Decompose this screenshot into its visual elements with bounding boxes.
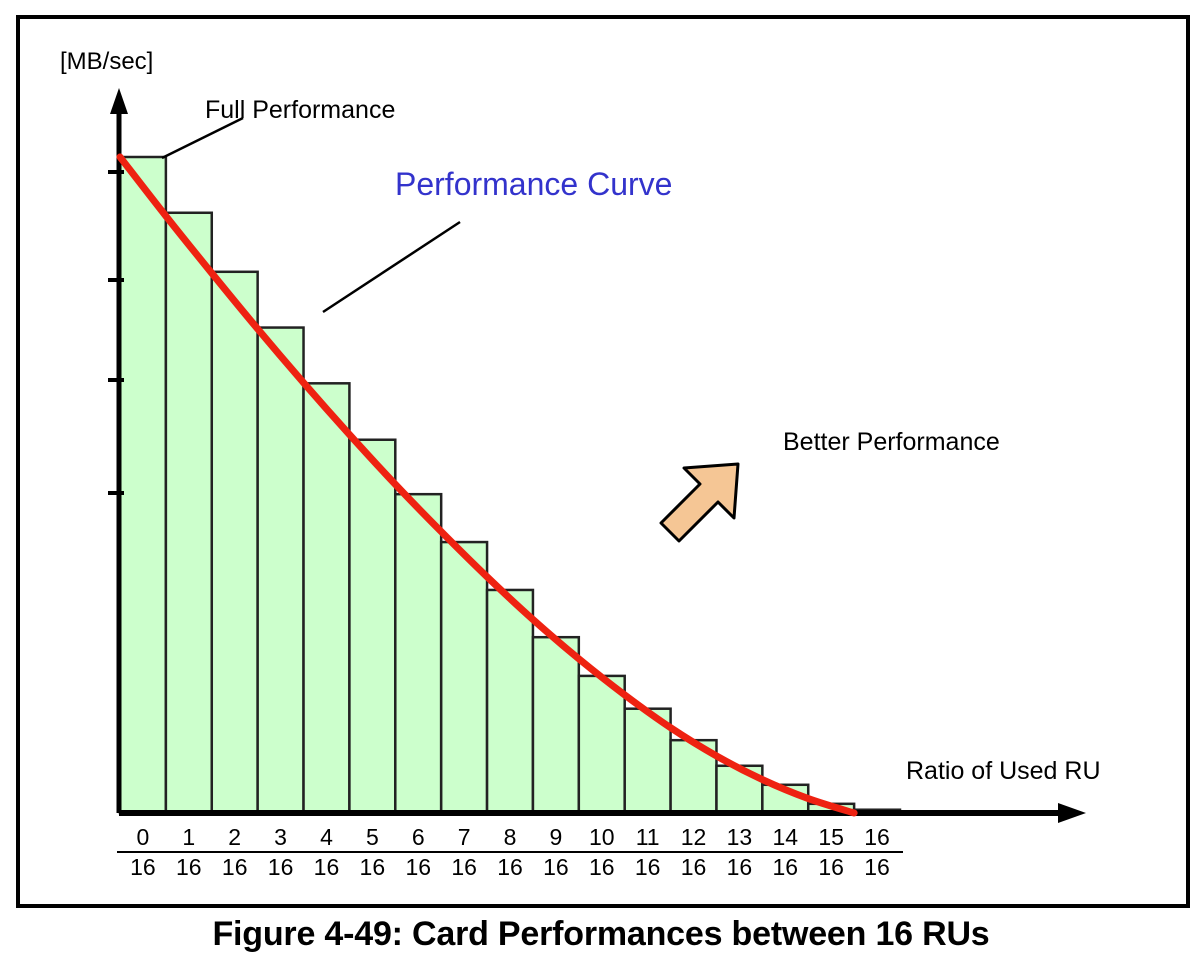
x-tick-denominator: 16	[116, 851, 169, 879]
x-tick-numerator: 10	[588, 824, 615, 850]
x-tick-denominator: 16	[529, 851, 582, 879]
x-tick-numerator: 1	[182, 824, 196, 850]
x-tick-numerator: 14	[772, 824, 799, 850]
x-tick-denominator: 16	[208, 851, 261, 879]
full-performance-label: Full Performance	[205, 96, 396, 124]
bar	[118, 155, 168, 815]
x-tick-label: 14 16	[759, 824, 812, 879]
x-tick-numerator: 13	[726, 824, 753, 850]
x-tick-numerator: 9	[549, 824, 563, 850]
x-tick-numerator: 4	[320, 824, 333, 850]
y-axis-unit-label: [MB/sec]	[60, 48, 154, 75]
performance-curve-label: Performance Curve	[395, 166, 673, 202]
x-tick-numerator: 2	[228, 824, 242, 850]
x-tick-label: 16 16	[851, 824, 904, 879]
x-tick-numerator: 3	[274, 824, 287, 850]
x-tick-denominator: 16	[805, 851, 858, 879]
x-tick-numerator: 6	[411, 824, 425, 850]
x-tick-label: 11 16	[621, 824, 674, 879]
x-tick-denominator: 16	[713, 851, 766, 879]
x-tick-numerator: 15	[818, 824, 844, 850]
x-tick-denominator: 16	[621, 851, 674, 879]
x-tick-denominator: 16	[575, 851, 628, 879]
x-tick-numerator: 8	[503, 824, 517, 850]
x-tick-denominator: 16	[759, 851, 812, 879]
bar	[348, 438, 397, 815]
x-tick-numerator: 11	[635, 824, 660, 850]
x-tick-denominator: 16	[484, 851, 536, 879]
bar-series	[118, 155, 902, 815]
x-axis-label: Ratio of Used RU	[906, 757, 1101, 785]
bar	[210, 270, 259, 815]
x-tick-numerator: 7	[457, 824, 471, 850]
x-tick-label: 10 16	[575, 824, 628, 879]
x-tick-label: 13 16	[713, 824, 766, 879]
x-tick-label: 9 16	[529, 824, 582, 879]
x-tick-denominator: 16	[254, 851, 307, 879]
x-tick-numerator: 16	[864, 824, 890, 850]
figure-caption: Figure 4-49: Card Performances between 1…	[212, 915, 990, 953]
better-performance-label: Better Performance	[783, 428, 1000, 456]
x-tick-label: 5 16	[346, 824, 399, 879]
better-performance-arrow-icon	[659, 462, 740, 543]
x-tick-denominator: 16	[392, 851, 445, 879]
x-tick-denominator: 16	[667, 851, 720, 879]
x-tick-denominator: 16	[300, 851, 353, 879]
x-tick-numerator: 12	[680, 824, 707, 850]
x-tick-denominator: 16	[438, 851, 491, 879]
x-tick-label: 2 16	[208, 824, 261, 879]
x-tick-label: 3 16	[254, 824, 307, 879]
bar	[302, 382, 351, 815]
x-tick-label: 8 16	[484, 826, 536, 879]
figure-root: [MB/sec] Full Performance Performance Cu…	[0, 0, 1202, 968]
bar	[485, 588, 535, 815]
x-tick-numerator: 0	[136, 824, 150, 850]
x-tick-label: 7 16	[438, 824, 491, 879]
x-tick-label: 6 16	[392, 824, 445, 879]
x-tick-label: 15 16	[805, 824, 858, 879]
bar	[164, 211, 214, 815]
bar	[531, 635, 581, 815]
bar	[256, 326, 305, 815]
x-tick-label: 1 16	[162, 824, 215, 879]
bar	[394, 492, 443, 815]
bar	[577, 674, 626, 815]
x-tick-denominator: 16	[162, 851, 215, 879]
x-tick-label: 4 16	[300, 824, 353, 879]
x-tick-denominator: 16	[851, 851, 904, 879]
x-axis-tick-labels: 0 16 1 16 2 16 3 16 4 16 5 16 6 16 7 16 8 16 9 16 10 16 11 16 12…	[0, 818, 1202, 884]
x-tick-label: 0 16	[116, 824, 169, 879]
performance-curve-leader-line	[322, 220, 461, 314]
x-tick-denominator: 16	[346, 851, 399, 879]
bar	[439, 540, 489, 815]
x-tick-label: 12 16	[667, 824, 720, 879]
x-tick-numerator: 5	[365, 824, 379, 850]
